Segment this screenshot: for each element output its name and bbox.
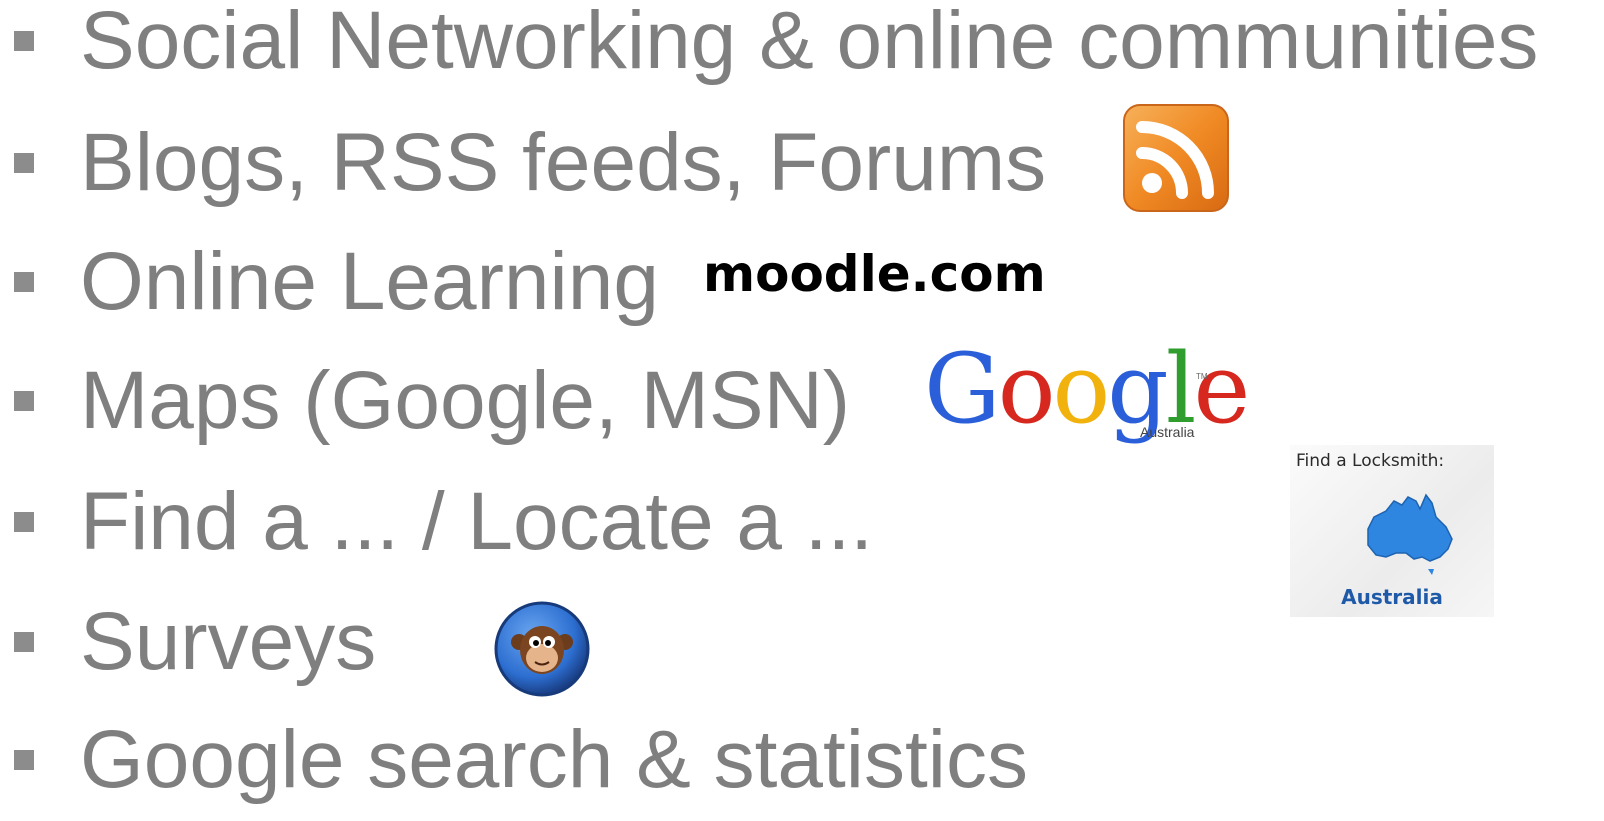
bullet-list: Social Networking & online communities B…	[0, 0, 1604, 821]
bullet-text: Surveys	[80, 596, 377, 687]
google-letter: e	[1193, 333, 1250, 445]
google-wordmark: Google	[924, 333, 1250, 445]
bullet-text: Maps (Google, MSN)	[80, 355, 851, 446]
google-letter: o	[1052, 333, 1110, 445]
bullet-item-google-search: Google search & statistics	[14, 710, 1028, 810]
bullet-square-icon	[14, 632, 34, 652]
google-subtitle: Australia	[1140, 424, 1195, 440]
bullet-square-icon	[14, 153, 34, 173]
bullet-item-maps: Maps (Google, MSN)	[14, 351, 850, 451]
moodle-logo: moodle.com	[703, 245, 1046, 303]
bullet-square-icon	[14, 512, 34, 532]
bullet-item-social-networking: Social Networking & online communities	[14, 0, 1538, 91]
bullet-square-icon	[14, 31, 34, 51]
bullet-text: Social Networking & online communities	[80, 0, 1539, 86]
bullet-item-find-locate: Find a ... / Locate a ...	[14, 472, 873, 572]
bullet-square-icon	[14, 272, 34, 292]
locksmith-widget: Find a Locksmith: Australia	[1290, 445, 1494, 617]
rss-icon	[1123, 104, 1229, 212]
google-letter: G	[924, 333, 1001, 445]
bullet-item-blogs: Blogs, RSS feeds, Forums	[14, 113, 1046, 213]
bullet-item-online-learning: Online Learning	[14, 232, 659, 332]
locksmith-title: Find a Locksmith:	[1296, 451, 1445, 471]
google-letter: o	[997, 333, 1056, 445]
bullet-item-surveys: Surveys	[14, 592, 376, 692]
locksmith-country: Australia	[1341, 585, 1443, 609]
bullet-text: Google search & statistics	[80, 714, 1028, 805]
bullet-square-icon	[14, 750, 34, 770]
bullet-text: Online Learning	[80, 236, 659, 327]
australia-map-icon	[1367, 493, 1453, 575]
google-trademark: TM	[1196, 372, 1208, 381]
monkey-icon	[494, 601, 590, 697]
bullet-square-icon	[14, 391, 34, 411]
bullet-text: Blogs, RSS feeds, Forums	[80, 117, 1047, 208]
bullet-text: Find a ... / Locate a ...	[80, 476, 874, 567]
